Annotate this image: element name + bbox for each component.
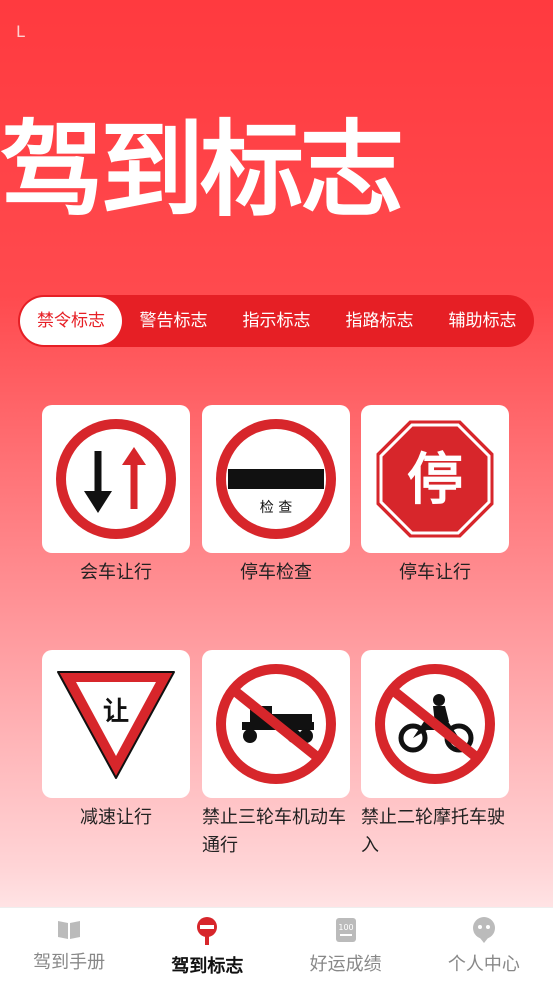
sign-label: 减速让行 <box>80 807 152 828</box>
nav-item-manual[interactable]: 驾到手册 <box>0 908 138 985</box>
tab-warning[interactable]: 警告标志 <box>122 295 225 347</box>
yield-oncoming-sign-icon <box>56 419 176 539</box>
sign-image <box>42 405 190 553</box>
status-indicator: L <box>16 22 25 41</box>
tab-indication[interactable]: 指示标志 <box>225 295 328 347</box>
sign-text-check: 检 查 <box>260 500 292 516</box>
score-icon: 100 <box>335 918 356 942</box>
sign-card[interactable]: 停 停车让行 <box>361 405 509 587</box>
tab-auxiliary[interactable]: 辅助标志 <box>431 295 534 347</box>
sign-icon <box>197 917 218 945</box>
category-tabs: 禁令标志 警告标志 指示标志 指路标志 辅助标志 <box>18 295 534 347</box>
nav-item-signs[interactable]: 驾到标志 <box>138 908 276 985</box>
sign-card[interactable]: 会车让行 <box>42 405 190 587</box>
bottom-nav: 驾到手册 驾到标志 100 好运成绩 个人中心 <box>0 907 553 985</box>
sign-card[interactable]: 禁止三轮车机动车通行 <box>202 650 350 860</box>
nav-item-profile[interactable]: 个人中心 <box>415 908 553 985</box>
sign-image: 让 <box>42 650 190 798</box>
sign-label: 禁止二轮摩托车驶入 <box>361 807 505 856</box>
sign-image <box>202 650 350 798</box>
sign-label: 停车让行 <box>399 562 471 583</box>
nav-label: 好运成绩 <box>309 954 382 975</box>
sign-label: 禁止三轮车机动车通行 <box>202 807 346 856</box>
tab-prohibition[interactable]: 禁令标志 <box>20 297 122 345</box>
sign-text-yield: 让 <box>103 697 129 727</box>
sign-image: 停 <box>361 405 509 553</box>
book-icon <box>58 921 81 939</box>
sign-label: 会车让行 <box>80 562 152 583</box>
slow-yield-sign-icon: 让 <box>57 671 175 779</box>
no-motorcycle-sign-icon <box>375 664 495 784</box>
sign-card[interactable]: 检 查 停车检查 <box>202 405 350 587</box>
profile-icon <box>472 917 495 943</box>
sign-card[interactable]: 禁止二轮摩托车驶入 <box>361 650 509 860</box>
no-tricycle-sign-icon <box>216 664 336 784</box>
nav-label: 个人中心 <box>447 954 520 975</box>
tab-guide[interactable]: 指路标志 <box>328 295 431 347</box>
nav-label: 驾到手册 <box>33 952 106 973</box>
nav-label: 驾到标志 <box>171 956 244 977</box>
sign-card[interactable]: 让 减速让行 <box>42 650 190 832</box>
svg-text:100: 100 <box>338 923 353 932</box>
nav-item-scores[interactable]: 100 好运成绩 <box>277 908 415 985</box>
hero-title: 驾到标志 <box>0 109 404 231</box>
sign-text-stop: 停 <box>407 448 463 513</box>
sign-image: 检 查 <box>202 405 350 553</box>
stop-sign-icon: 停 <box>373 417 497 541</box>
sign-label: 停车检查 <box>240 562 312 583</box>
stop-check-sign-icon: 检 查 <box>216 419 336 539</box>
sign-image <box>361 650 509 798</box>
